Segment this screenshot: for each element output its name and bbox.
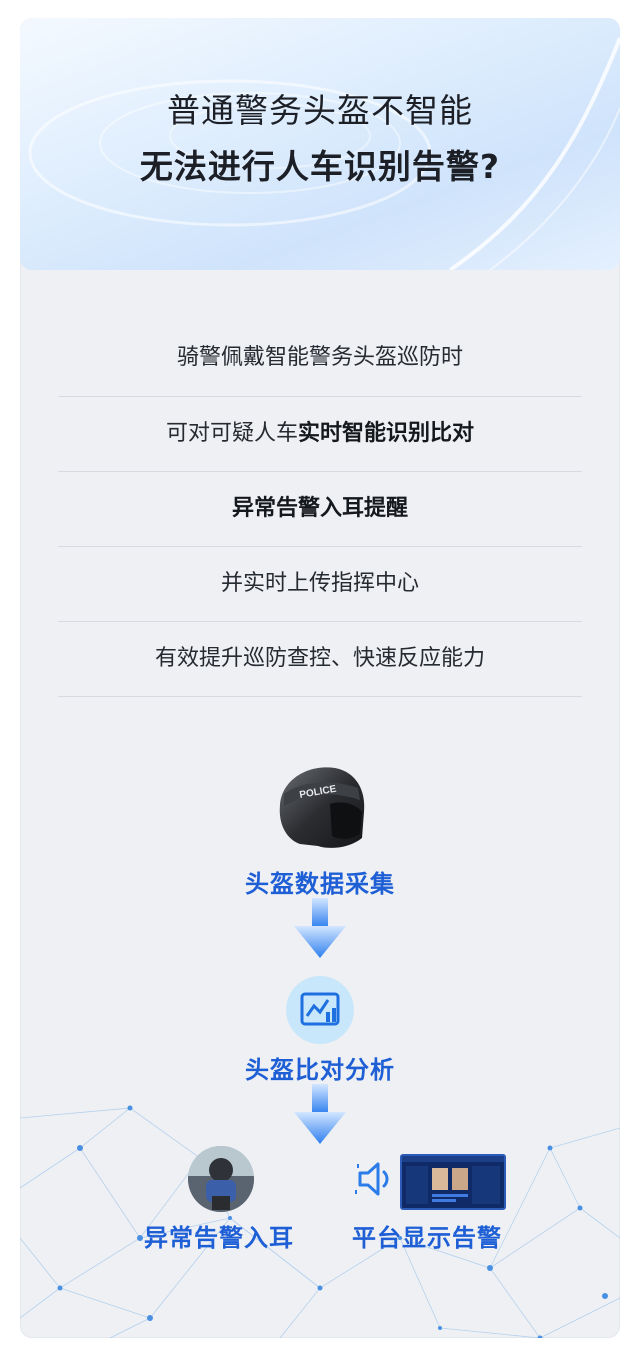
flow-step-2: 头盔比对分析 [245,1056,395,1084]
info-card: 普通警务头盔不智能 无法进行人车识别告警? 骑警佩戴智能警务头盔巡防时 可对可疑… [20,18,620,1338]
feature-text: 有效提升巡防查控、快速反应能力 [154,646,485,671]
hero-banner: 普通警务头盔不智能 无法进行人车识别告警? [20,18,620,270]
feature-item-5: 有效提升巡防查控、快速反应能力 [58,622,582,697]
analysis-icon-badge [286,976,354,1044]
platform-screen [400,1154,506,1210]
feature-list: 骑警佩戴智能警务头盔巡防时 可对可疑人车实时智能识别比对 异常告警入耳提醒 并实… [58,338,582,697]
feature-text: 骑警佩戴智能警务头盔巡防时 [176,345,463,370]
feature-item-2: 可对可疑人车实时智能识别比对 [58,397,582,472]
hero-title-line1: 普通警务头盔不智能 [167,91,473,130]
speaker-sound-icon [355,1162,389,1196]
feature-highlight: 实时智能识别比对 [298,421,475,446]
outcome-right: 平台显示告警 [352,1224,502,1252]
feature-text: 可对可疑人车 [165,421,298,446]
feature-item-4: 并实时上传指挥中心 [58,547,582,622]
rider-photo [188,1146,254,1212]
feature-text: 并实时上传指挥中心 [220,571,419,596]
feature-item-1: 骑警佩戴智能警务头盔巡防时 [58,338,582,397]
police-helmet-image: POLICE [279,767,365,848]
feature-item-3: 异常告警入耳提醒 [58,472,582,547]
outcome-left: 异常告警入耳 [144,1224,294,1252]
chart-analysis-icon [300,992,340,1026]
flow-step-1: 头盔数据采集 [245,870,395,898]
feature-highlight: 异常告警入耳提醒 [231,496,408,521]
down-arrow-icon [294,1084,346,1144]
hero-title-line2: 无法进行人车识别告警? [139,147,501,186]
down-arrow-icon [294,898,346,958]
